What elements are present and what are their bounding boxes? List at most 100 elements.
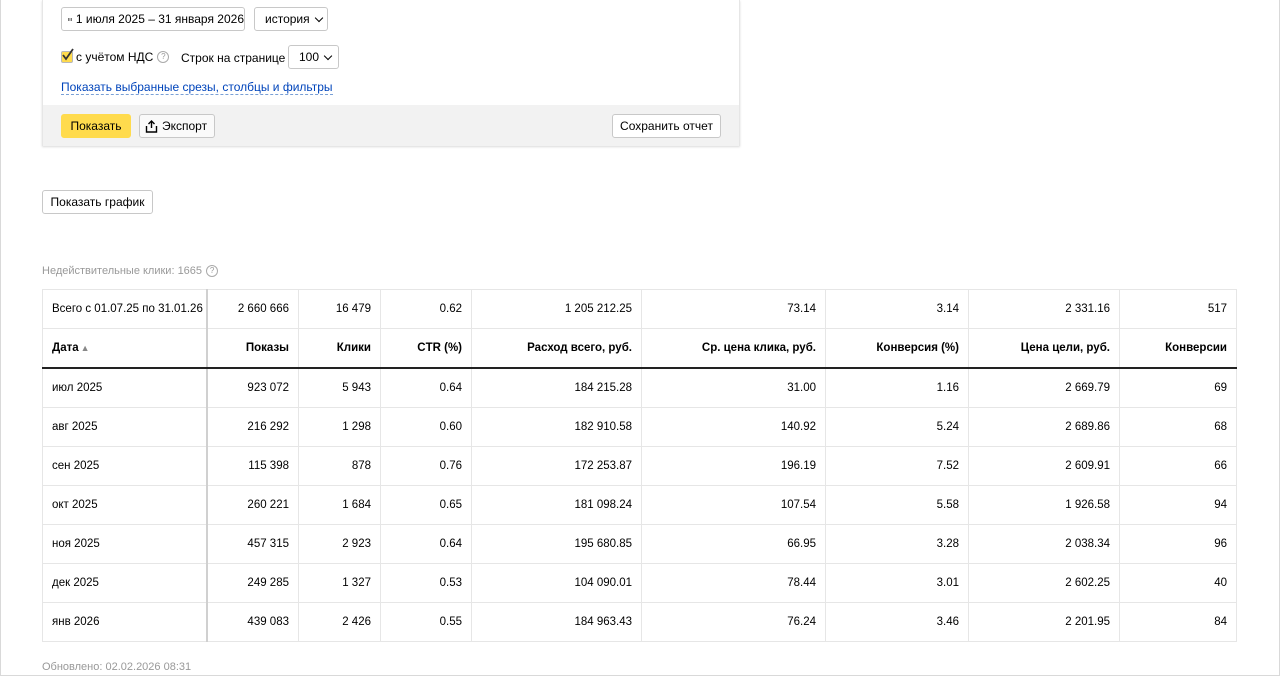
date-range-picker[interactable]: 1 июля 2025 – 31 января 2026 <box>61 7 245 31</box>
vat-option[interactable]: с учётом НДС ? <box>61 48 170 64</box>
calendar-icon <box>68 17 72 21</box>
cell-text: Цена цели, руб. <box>1020 342 1110 354</box>
cell-text: Дата <box>52 342 79 354</box>
cell-text: 457 315 <box>247 538 289 550</box>
rows-per-page-select[interactable]: 100 <box>288 45 339 69</box>
help-icon[interactable]: ? <box>157 51 170 63</box>
table-cell: 184 215.28 <box>471 367 642 408</box>
cell-text: 84 <box>1214 616 1227 628</box>
cell-text: Расход всего, руб. <box>527 342 632 354</box>
table-cell: 1.16 <box>825 367 969 408</box>
cell-text: 2 038.34 <box>1065 538 1110 550</box>
cell-text: 0.65 <box>439 499 462 511</box>
table-cell[interactable]: Дата ▲ <box>42 328 208 369</box>
cell-text: 0.62 <box>439 303 462 315</box>
table-cell: 7.52 <box>825 446 969 486</box>
table-cell: 73.14 <box>641 289 826 329</box>
cell-text: 94 <box>1214 499 1227 511</box>
table-cell[interactable]: Показы <box>206 328 299 369</box>
cell-text: 172 253.87 <box>574 460 632 472</box>
cell-text: 1 926.58 <box>1065 499 1110 511</box>
table-cell[interactable]: CTR (%) <box>380 328 472 369</box>
history-dropdown[interactable]: история <box>254 7 328 31</box>
cell-text: ноя 2025 <box>52 538 100 550</box>
cell-text: 0.76 <box>439 460 462 472</box>
table-cell[interactable]: Клики <box>298 328 381 369</box>
cell-text: 0.53 <box>439 577 462 589</box>
table-cell[interactable]: Конверсия (%) <box>825 328 969 369</box>
cell-text: 107.54 <box>780 499 816 511</box>
table-cell: Всего с 01.07.25 по 31.01.26 <box>42 289 208 329</box>
show-button-label: Показать <box>70 119 122 133</box>
invalid-clicks-info: Недействительные клики: 1665 ? <box>42 265 219 277</box>
table-row: июл 2025 923 072 5 943 0.64 184 215.28 31.00 1… <box>42 367 1237 408</box>
table-cell: 2 038.34 <box>968 524 1120 564</box>
export-icon <box>145 119 158 133</box>
table-cell: 0.76 <box>380 446 472 486</box>
table-row: авг 2025 216 292 1 298 0.60 182 910.58 140.92… <box>42 407 1237 447</box>
table-cell: 3.46 <box>825 602 969 642</box>
filter-panel-footer: Показать Экспорт Сохранить отчет <box>43 105 739 146</box>
cell-text: Конверсия (%) <box>876 342 959 354</box>
cell-text: 104 090.01 <box>574 577 632 589</box>
table-cell: 196.19 <box>641 446 826 486</box>
vat-checkbox[interactable] <box>61 48 74 63</box>
cell-text: авг 2025 <box>52 421 98 433</box>
save-report-button[interactable]: Сохранить отчет <box>612 114 721 138</box>
cell-text: 216 292 <box>247 421 289 433</box>
save-report-label: Сохранить отчет <box>620 119 713 133</box>
table-cell[interactable]: Расход всего, руб. <box>471 328 642 369</box>
cell-text: 1 205 212.25 <box>564 303 632 315</box>
table-cell: 0.64 <box>380 367 472 408</box>
table-cell: 78.44 <box>641 563 826 603</box>
help-icon[interactable]: ? <box>206 265 219 277</box>
table-cell: 517 <box>1119 289 1237 329</box>
cell-text: 78.44 <box>787 577 816 589</box>
cell-text: 260 221 <box>247 499 289 511</box>
table-cell[interactable]: Конверсии <box>1119 328 1237 369</box>
table-cell: 3.28 <box>825 524 969 564</box>
cell-text: 878 <box>351 460 371 472</box>
cell-text: 196.19 <box>780 460 816 472</box>
table-cell: 878 <box>298 446 381 486</box>
table-cell: 40 <box>1119 563 1237 603</box>
cell-text: Конверсии <box>1165 342 1227 354</box>
table-cell: 140.92 <box>641 407 826 447</box>
table-cell[interactable]: Цена цели, руб. <box>968 328 1120 369</box>
show-button[interactable]: Показать <box>61 114 131 138</box>
table-cell: 5 943 <box>298 367 381 408</box>
cell-text: 68 <box>1214 421 1227 433</box>
cell-text: CTR (%) <box>417 342 462 354</box>
cell-text: 16 479 <box>335 303 371 315</box>
table-cell: 0.65 <box>380 485 472 525</box>
show-selected-filters-link[interactable]: Показать выбранные срезы, столбцы и филь… <box>61 81 333 95</box>
table-cell: 66.95 <box>641 524 826 564</box>
cell-text: июл 2025 <box>52 382 103 394</box>
table-cell: 2 660 666 <box>206 289 299 329</box>
table-cell: 0.64 <box>380 524 472 564</box>
export-button[interactable]: Экспорт <box>139 114 215 138</box>
table-cell: 0.62 <box>380 289 472 329</box>
table-cell: 3.01 <box>825 563 969 603</box>
history-label: история <box>265 12 310 26</box>
cell-text: 195 680.85 <box>574 538 632 550</box>
cell-text: 7.52 <box>936 460 959 472</box>
table-cell: 66 <box>1119 446 1237 486</box>
cell-text: 1.16 <box>936 382 959 394</box>
sort-ascending-icon[interactable]: ▲ <box>81 343 90 353</box>
cell-text: 2 669.79 <box>1065 382 1110 394</box>
date-range-label: 1 июля 2025 – 31 января 2026 <box>75 12 244 26</box>
show-chart-button[interactable]: Показать график <box>42 190 153 214</box>
rows-per-page-label: Строк на странице <box>181 51 286 65</box>
table-cell: 2 331.16 <box>968 289 1120 329</box>
table-cell: 69 <box>1119 367 1237 408</box>
table-cell[interactable]: Ср. цена клика, руб. <box>641 328 826 369</box>
cell-text: Ср. цена клика, руб. <box>701 342 816 354</box>
cell-text: 1 684 <box>342 499 371 511</box>
cell-text: 69 <box>1214 382 1227 394</box>
check-icon <box>62 48 74 61</box>
table-cell: 182 910.58 <box>471 407 642 447</box>
cell-text: 66.95 <box>787 538 816 550</box>
chevron-down-icon <box>323 51 333 60</box>
cell-text: 2 331.16 <box>1065 303 1110 315</box>
